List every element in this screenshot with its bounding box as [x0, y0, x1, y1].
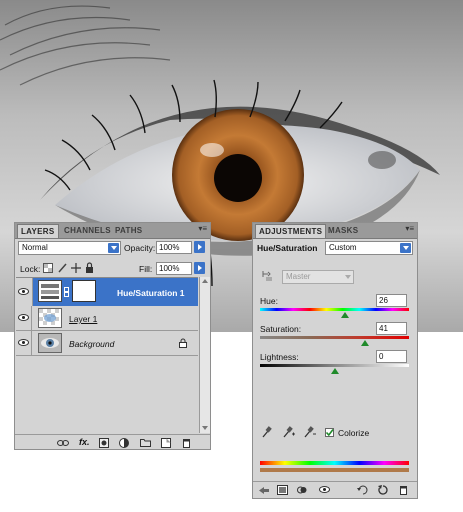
hue-slider-thumb[interactable] — [341, 312, 350, 318]
reset-icon[interactable] — [378, 485, 388, 495]
layer-name: Hue/Saturation 1 — [117, 288, 185, 298]
saturation-field[interactable]: 41 — [376, 322, 407, 335]
hue-field[interactable]: 26 — [376, 294, 407, 307]
lock-transparent-icon[interactable] — [43, 263, 53, 273]
channel-value: Master — [286, 272, 311, 281]
output-color-bar — [260, 468, 409, 472]
view-previous-state-icon[interactable] — [357, 485, 369, 495]
fill-slider-button[interactable] — [194, 262, 205, 274]
trash-icon[interactable] — [182, 437, 191, 448]
tab-adjustments[interactable]: ADJUSTMENTS — [255, 224, 327, 238]
fx-icon[interactable]: fx. — [79, 437, 90, 447]
targeted-adjustment-tool-icon[interactable] — [261, 270, 273, 282]
saturation-gradient-track — [260, 336, 409, 339]
layer-thumbnail — [38, 308, 62, 328]
layer-row-layer-1[interactable]: Layer 1 — [16, 306, 198, 331]
lock-all-icon[interactable] — [85, 262, 94, 273]
colorize-checkbox[interactable] — [325, 428, 334, 437]
adjustment-icon[interactable] — [119, 438, 129, 448]
visibility-eye-icon[interactable] — [319, 486, 330, 493]
new-layer-icon[interactable] — [161, 438, 171, 448]
link-layers-icon[interactable] — [57, 439, 69, 447]
tab-channels[interactable]: CHANNELS — [61, 224, 114, 238]
back-arrow-icon[interactable] — [258, 486, 270, 495]
tab-paths[interactable]: PATHS — [112, 224, 145, 238]
lightness-label: Lightness: — [260, 352, 299, 362]
lightness-slider[interactable] — [260, 364, 409, 376]
adjustments-panel: ADJUSTMENTS MASKS ▾≡ Hue/Saturation Cust… — [252, 222, 418, 499]
chain-link-icon — [64, 287, 69, 297]
layer-row-background[interactable]: Background — [16, 331, 198, 356]
adjustment-title: Hue/Saturation — [257, 243, 318, 253]
fill-label: Fill: — [139, 264, 153, 274]
layers-bottom-toolbar: fx. — [15, 434, 210, 451]
saturation-label: Saturation: — [260, 324, 302, 334]
scroll-down-arrow[interactable] — [202, 426, 208, 430]
opacity-slider-button[interactable] — [194, 241, 205, 253]
layers-tab-bar: LAYERS CHANNELS PATHS ▾≡ — [15, 223, 210, 239]
fill-field[interactable]: 100% — [156, 262, 192, 275]
layer-mask-icon[interactable] — [99, 438, 109, 448]
tab-layers[interactable]: LAYERS — [17, 224, 59, 238]
checkmark-icon — [325, 429, 334, 437]
eye-icon — [18, 314, 29, 321]
layers-panel: LAYERS CHANNELS PATHS ▾≡ Normal Opacity:… — [14, 222, 211, 450]
saturation-slider[interactable] — [260, 336, 409, 348]
expand-view-icon[interactable] — [277, 485, 288, 495]
layer-visibility-toggle[interactable] — [16, 278, 33, 306]
blend-mode-select[interactable]: Normal — [18, 241, 121, 255]
eye-icon — [18, 288, 29, 295]
lock-icon — [179, 338, 187, 348]
trash-icon[interactable] — [399, 484, 408, 495]
eye-icon — [18, 339, 29, 346]
adjustment-layer-icon — [38, 280, 62, 302]
chevron-down-icon — [345, 275, 351, 279]
lock-label: Lock: — [20, 264, 41, 274]
hue-gradient-track — [260, 308, 409, 311]
eyedropper-subtract-icon[interactable] — [304, 426, 316, 438]
opacity-label: Opacity: — [124, 243, 156, 253]
lock-pixels-icon[interactable] — [58, 263, 68, 273]
hue-label: Hue: — [260, 296, 278, 306]
eyedropper-icon[interactable] — [262, 426, 272, 438]
layer-visibility-toggle[interactable] — [16, 331, 32, 356]
hue-slider[interactable] — [260, 308, 409, 320]
eyedropper-add-icon[interactable] — [283, 426, 295, 438]
channel-select[interactable]: Master — [282, 270, 354, 284]
saturation-slider-thumb[interactable] — [361, 340, 370, 346]
chevron-down-icon — [400, 243, 411, 253]
chevron-down-icon — [108, 243, 119, 253]
layer-name: Layer 1 — [69, 314, 98, 324]
panel-menu-icon[interactable]: ▾≡ — [198, 224, 207, 233]
group-icon[interactable] — [140, 438, 151, 447]
lock-position-icon[interactable] — [71, 263, 81, 273]
colorize-label: Colorize — [338, 428, 370, 438]
preset-select[interactable]: Custom — [325, 241, 413, 255]
input-spectrum-bar — [260, 461, 409, 465]
scroll-up-arrow[interactable] — [202, 279, 208, 283]
lightness-gradient-track — [260, 364, 409, 367]
lightness-field[interactable]: 0 — [376, 350, 407, 363]
background-thumbnail — [38, 333, 62, 353]
layer-visibility-toggle[interactable] — [16, 306, 32, 331]
adjustments-bottom-toolbar — [253, 481, 417, 498]
layer-mask-thumbnail — [72, 280, 96, 302]
blend-mode-value: Normal — [22, 243, 48, 252]
tab-masks[interactable]: MASKS — [325, 224, 361, 238]
clip-to-layer-icon[interactable] — [297, 485, 307, 495]
lightness-slider-thumb[interactable] — [330, 368, 339, 374]
adjustments-tab-bar: ADJUSTMENTS MASKS ▾≡ — [253, 223, 417, 239]
layer-name: Background — [69, 339, 115, 349]
preset-value: Custom — [329, 243, 357, 252]
layer-row-hue-saturation[interactable]: Hue/Saturation 1 — [16, 278, 198, 306]
opacity-field[interactable]: 100% — [156, 241, 192, 254]
layers-scrollbar[interactable] — [199, 277, 210, 433]
layers-list: Hue/Saturation 1 Layer 1 Background — [16, 277, 198, 434]
panel-menu-icon[interactable]: ▾≡ — [405, 224, 414, 233]
